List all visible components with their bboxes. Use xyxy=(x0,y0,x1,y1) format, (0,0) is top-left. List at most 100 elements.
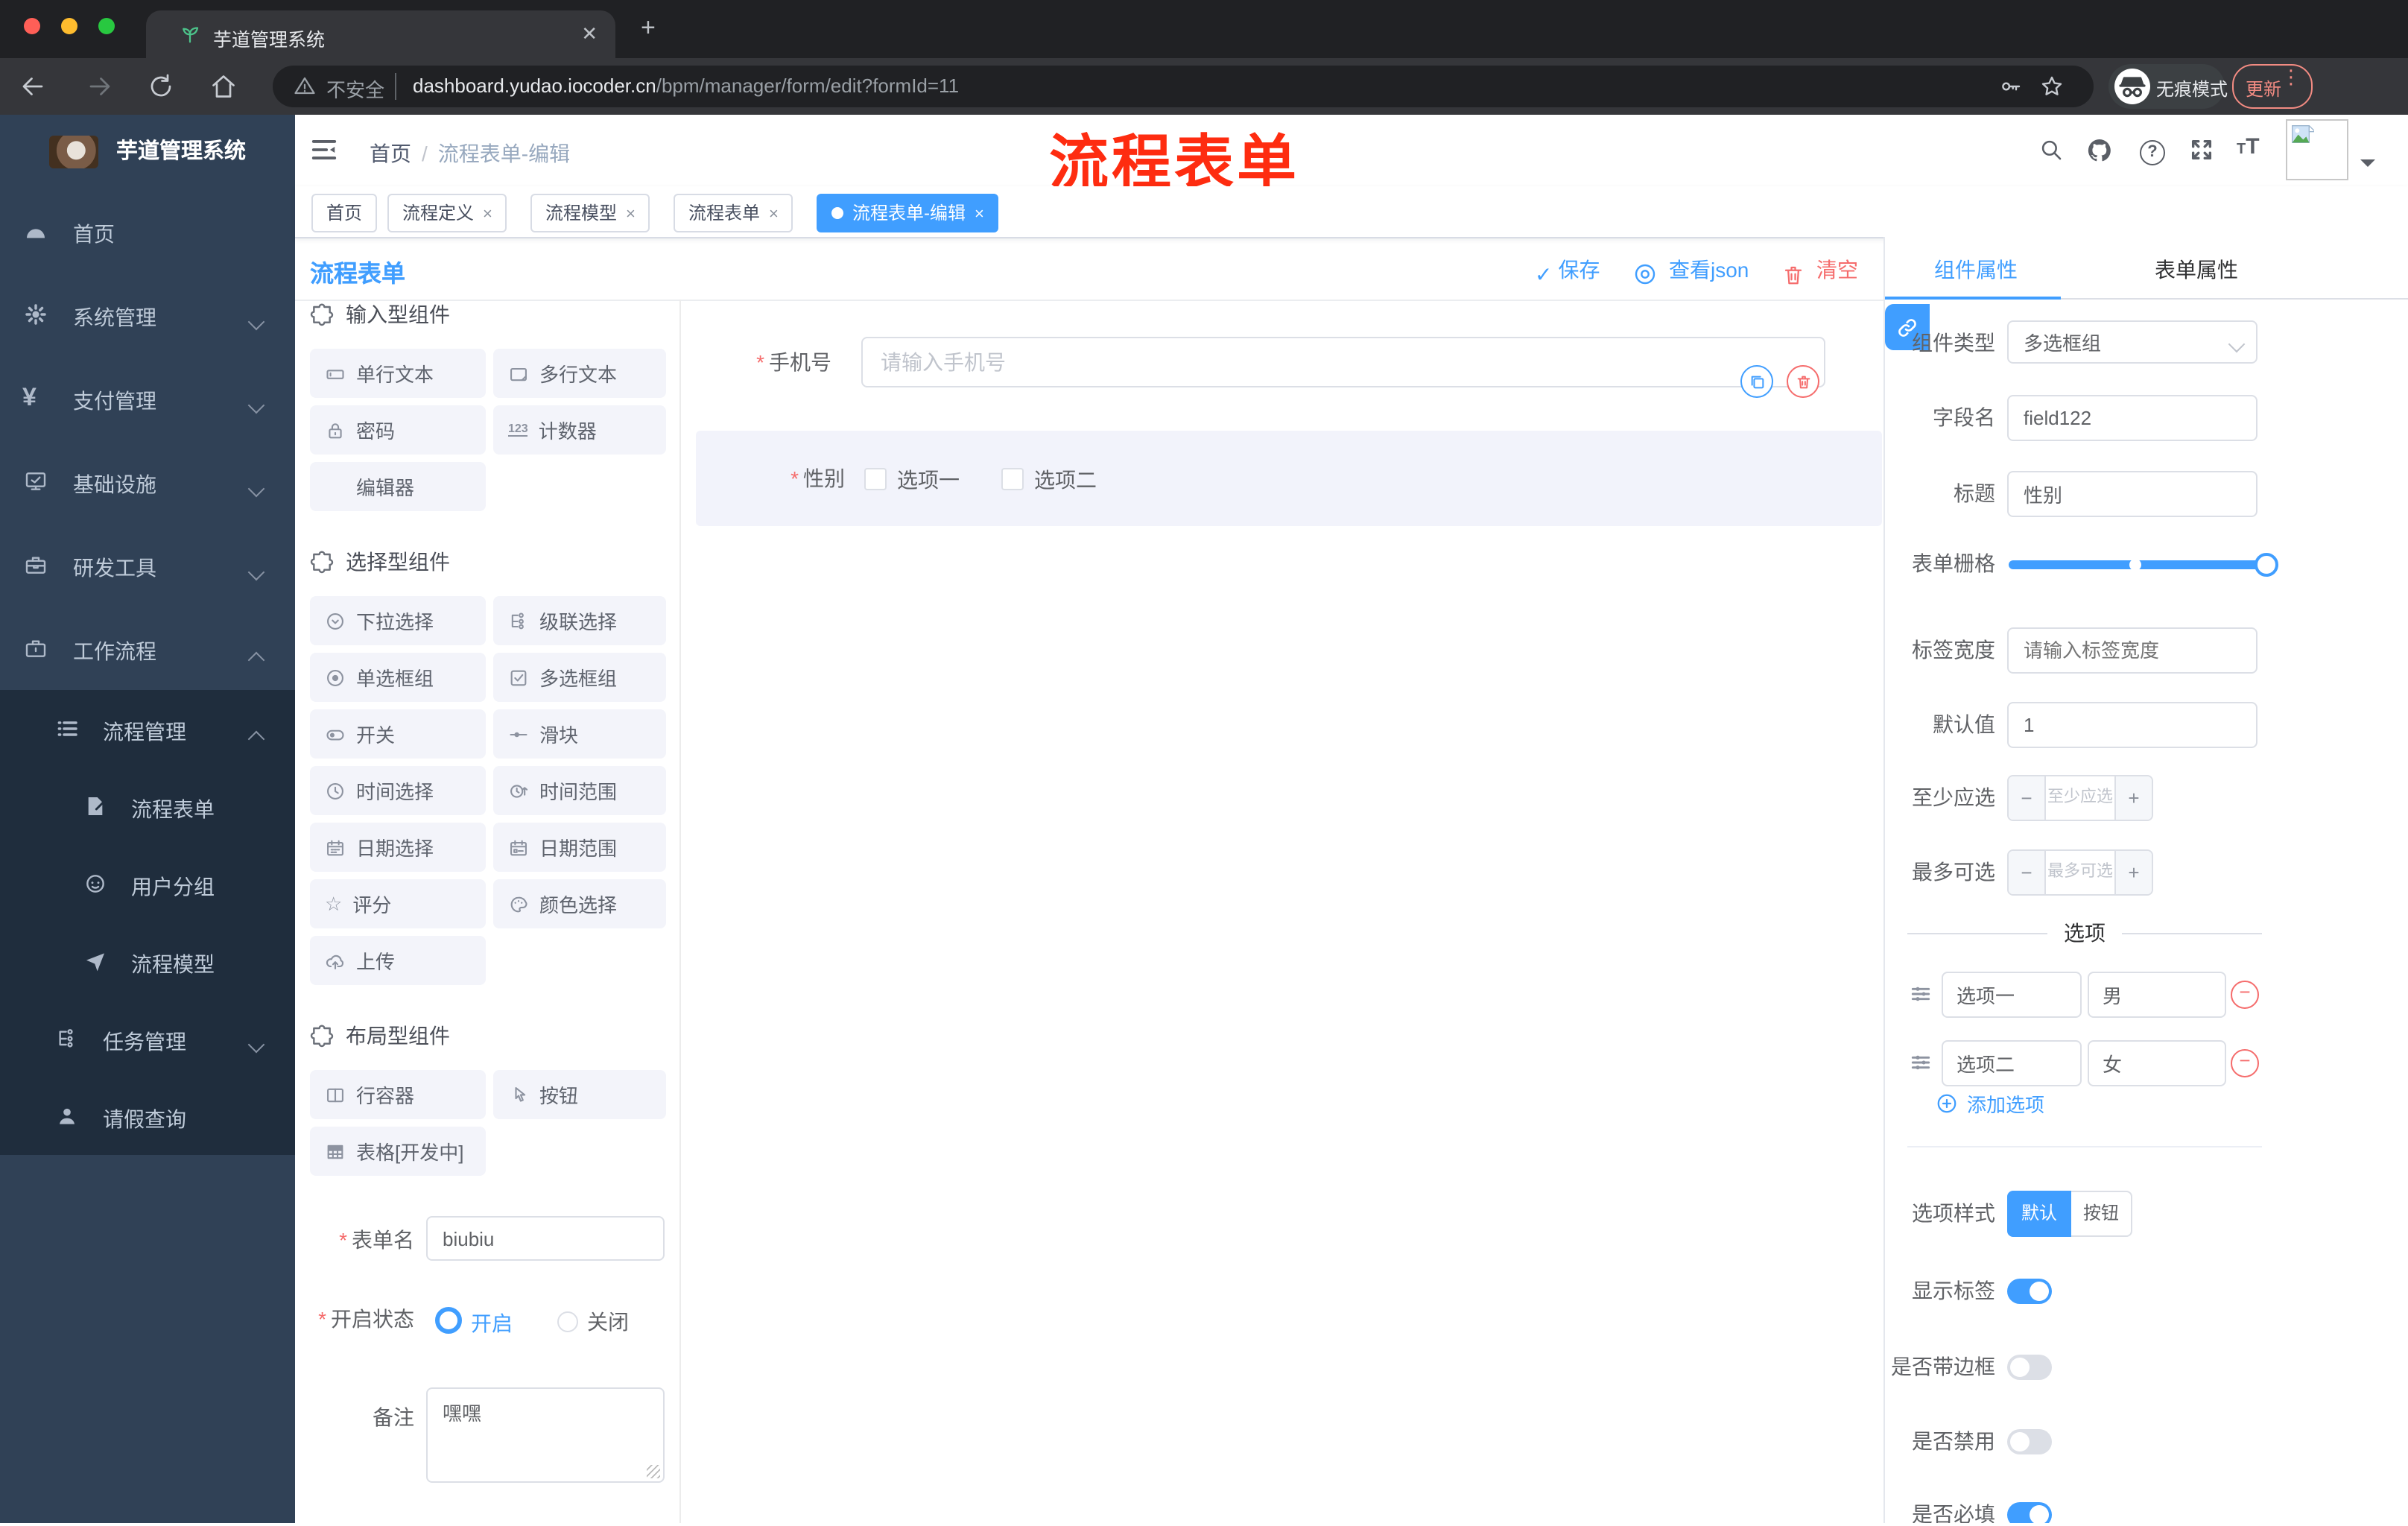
drag-handle-icon[interactable] xyxy=(1909,982,1933,1006)
tab-component-props[interactable]: 组件属性 xyxy=(1916,255,2035,285)
palette-item-button[interactable]: 按钮 xyxy=(493,1070,666,1119)
sidebar-item-system[interactable]: 系统管理 xyxy=(0,273,295,356)
label-width-input[interactable] xyxy=(2007,627,2258,674)
palette-item-radio-group[interactable]: 单选框组 xyxy=(310,653,486,702)
new-tab-icon[interactable]: + xyxy=(641,15,656,40)
remove-option-button[interactable]: − xyxy=(2231,1049,2259,1077)
tag-close-icon[interactable]: × xyxy=(483,206,492,224)
sidebar-item-user-group[interactable]: 用户分组 xyxy=(0,845,295,922)
tag-process-model[interactable]: 流程模型 × xyxy=(530,194,650,232)
url-bar[interactable]: 不安全 dashboard.yudao.iocoder.cn/bpm/manag… xyxy=(273,66,2094,107)
tag-process-definition[interactable]: 流程定义 × xyxy=(387,194,507,232)
traffic-close-icon[interactable] xyxy=(24,18,40,34)
sidebar-item-infra[interactable]: 基础设施 xyxy=(0,440,295,523)
component-type-select[interactable]: 多选框组 xyxy=(2007,320,2258,364)
sidebar-item-devtools[interactable]: 研发工具 xyxy=(0,523,295,607)
browser-menu-dots-icon[interactable]: ⋮ xyxy=(2281,67,2301,86)
clear-button[interactable]: 清空 xyxy=(1782,255,1858,286)
option2-label-input[interactable] xyxy=(1942,1040,2082,1086)
form-grid-slider[interactable] xyxy=(2009,553,2278,577)
sidebar-item-leave-query[interactable]: 请假查询 xyxy=(0,1077,295,1155)
palette-item-single-text[interactable]: 单行文本 xyxy=(310,349,486,398)
disabled-toggle[interactable] xyxy=(2007,1429,2052,1454)
forward-icon[interactable] xyxy=(86,73,113,100)
palette-item-date-range[interactable]: 日期范围 xyxy=(493,823,666,872)
option2-value-input[interactable] xyxy=(2088,1040,2226,1086)
tag-process-form[interactable]: 流程表单 × xyxy=(674,194,793,232)
sidebar-item-payment[interactable]: ¥ 支付管理 xyxy=(0,356,295,440)
tag-home[interactable]: 首页 xyxy=(311,194,378,232)
github-icon[interactable] xyxy=(2086,137,2113,164)
textarea-resize-handle[interactable] xyxy=(647,1465,660,1478)
palette-item-date-picker[interactable]: 日期选择 xyxy=(310,823,486,872)
option1-label-input[interactable] xyxy=(1942,972,2082,1018)
sidebar-item-workflow[interactable]: 工作流程 xyxy=(0,607,295,690)
palette-item-rate[interactable]: ☆ 评分 xyxy=(310,879,486,928)
form-name-input[interactable] xyxy=(426,1216,665,1261)
search-icon[interactable] xyxy=(2038,137,2064,162)
traffic-zoom-icon[interactable] xyxy=(98,18,115,34)
palette-item-counter[interactable]: 123 计数器 xyxy=(493,405,666,455)
add-option-button[interactable]: 添加选项 xyxy=(1936,1089,2044,1118)
style-default-button[interactable]: 默认 xyxy=(2007,1191,2071,1237)
reload-icon[interactable] xyxy=(148,73,174,100)
copy-component-button[interactable] xyxy=(1740,365,1773,398)
breadcrumb-home[interactable]: 首页 xyxy=(370,142,411,165)
tab-form-props[interactable]: 表单属性 xyxy=(2137,255,2256,285)
tab-close-icon[interactable]: ✕ xyxy=(581,22,598,46)
selected-component-block[interactable]: * 性别 选项一 选项二 xyxy=(696,431,1882,526)
stepper-plus-button[interactable]: + xyxy=(2114,851,2152,894)
sidebar-item-task-mgmt[interactable]: 任务管理 xyxy=(0,1000,295,1077)
default-value-input[interactable] xyxy=(2007,702,2258,748)
tag-process-form-edit[interactable]: 流程表单-编辑 × xyxy=(817,194,999,232)
sidebar-item-home[interactable]: 首页 xyxy=(0,189,295,273)
palette-item-switch[interactable]: 开关 xyxy=(310,709,486,759)
style-button-button[interactable]: 按钮 xyxy=(2071,1191,2132,1237)
avatar[interactable] xyxy=(2286,119,2348,180)
palette-item-slider[interactable]: 滑块 xyxy=(493,709,666,759)
palette-item-color-picker[interactable]: 颜色选择 xyxy=(493,879,666,928)
palette-item-editor[interactable]: 编辑器 xyxy=(310,462,486,511)
gender-option1-checkbox[interactable]: 选项一 xyxy=(864,465,960,495)
update-button[interactable]: 更新 ⋮ xyxy=(2232,64,2313,109)
title-input[interactable] xyxy=(2007,471,2258,517)
stepper-minus-button[interactable]: − xyxy=(2009,851,2046,894)
slider-handle[interactable] xyxy=(2255,553,2278,577)
hamburger-fold-icon[interactable] xyxy=(310,136,338,164)
palette-item-select[interactable]: 下拉选择 xyxy=(310,596,486,645)
option1-value-input[interactable] xyxy=(2088,972,2226,1018)
status-on-radio[interactable]: 开启 xyxy=(435,1307,513,1338)
view-json-button[interactable]: 查看json xyxy=(1633,255,1749,286)
max-select-placeholder[interactable]: 最多可选 xyxy=(2046,851,2114,894)
palette-item-multi-text[interactable]: 多行文本 xyxy=(493,349,666,398)
tag-close-icon[interactable]: × xyxy=(626,206,636,224)
delete-component-button[interactable] xyxy=(1787,365,1819,398)
tag-close-icon[interactable]: × xyxy=(975,206,984,224)
font-size-icon[interactable]: TT xyxy=(2237,134,2260,159)
form-remark-textarea[interactable]: 嘿嘿 xyxy=(426,1387,665,1483)
remove-option-button[interactable]: − xyxy=(2231,981,2259,1009)
stepper-plus-button[interactable]: + xyxy=(2114,776,2152,820)
not-secure-label[interactable]: 不安全 xyxy=(326,75,384,103)
drag-handle-icon[interactable] xyxy=(1909,1051,1933,1074)
palette-item-row-container[interactable]: 行容器 xyxy=(310,1070,486,1119)
sidebar-item-process-form[interactable]: 流程表单 xyxy=(0,767,295,845)
field-name-input[interactable] xyxy=(2007,395,2258,441)
back-icon[interactable] xyxy=(19,73,46,100)
palette-item-password[interactable]: 密码 xyxy=(310,405,486,455)
min-select-placeholder[interactable]: 至少应选 xyxy=(2046,776,2114,820)
show-label-toggle[interactable] xyxy=(2007,1279,2052,1304)
palette-item-time-picker[interactable]: 时间选择 xyxy=(310,766,486,815)
palette-item-checkbox-group[interactable]: 多选框组 xyxy=(493,653,666,702)
palette-item-upload[interactable]: 上传 xyxy=(310,936,486,985)
browser-tab[interactable]: 芋道管理系统 ✕ xyxy=(146,10,615,58)
border-toggle[interactable] xyxy=(2007,1355,2052,1380)
sidebar-item-process-model[interactable]: 流程模型 xyxy=(0,922,295,1000)
help-icon[interactable]: ? xyxy=(2140,137,2165,165)
palette-item-table[interactable]: 表格[开发中] xyxy=(310,1127,486,1176)
status-off-radio[interactable]: 关闭 xyxy=(557,1307,629,1337)
required-toggle[interactable] xyxy=(2007,1502,2052,1523)
home-icon[interactable] xyxy=(210,73,237,100)
stepper-minus-button[interactable]: − xyxy=(2009,776,2046,820)
palette-item-cascade[interactable]: 级联选择 xyxy=(493,596,666,645)
